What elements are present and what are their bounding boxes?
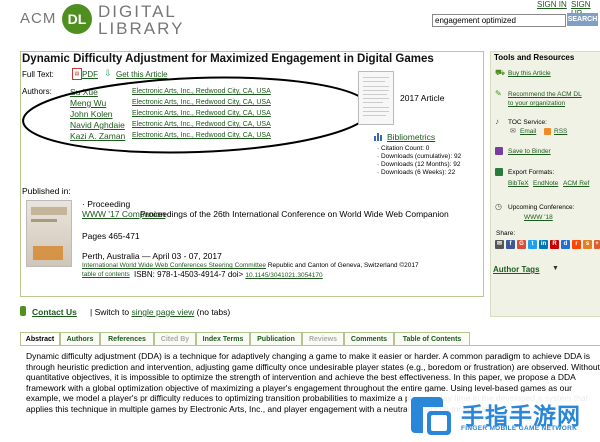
article-year-label: 2017 Article: [400, 93, 445, 103]
share-stumbleupon-icon[interactable]: s: [583, 240, 592, 249]
recommend-icon[interactable]: ✎: [495, 90, 503, 98]
tab-authors[interactable]: Authors: [60, 332, 100, 346]
watermark-subtext: FINGER MOBILE GAME NETWORK: [461, 425, 578, 432]
tab-cited-by: Cited By: [154, 332, 196, 346]
logo-acm-text: ACM: [20, 10, 57, 27]
upcoming-conference-link[interactable]: WWW '18: [524, 214, 553, 221]
search-input[interactable]: [432, 14, 566, 27]
toc-service-label: TOC Service:: [508, 119, 547, 126]
tab-abstract[interactable]: Abstract: [20, 332, 60, 346]
cart-icon[interactable]: ⛟: [495, 69, 505, 77]
isbn-text: ISBN: 978-1-4503-4914-7 doi>: [134, 270, 244, 279]
proceedings-cover-image[interactable]: [26, 200, 72, 267]
table-of-contents-link[interactable]: table of contents: [82, 271, 130, 278]
published-in-label: Published in:: [22, 186, 71, 196]
share-reddit-icon[interactable]: r: [572, 240, 581, 249]
author-tags-toggle[interactable]: Author Tags: [493, 265, 540, 274]
share-linkedin-icon[interactable]: in: [539, 240, 548, 249]
tools-title: Tools and Resources: [494, 53, 575, 62]
article-thumbnail[interactable]: [358, 71, 394, 125]
page-range: Pages 465-471: [82, 231, 140, 241]
recommend-link-line2[interactable]: to your organization: [508, 100, 565, 107]
committee-link[interactable]: International World Wide Web Conferences…: [82, 262, 266, 269]
export-formats-label: Export Formats:: [508, 169, 555, 176]
share-researchgate-icon[interactable]: R: [550, 240, 559, 249]
save-to-binder-link[interactable]: Save to Binder: [508, 148, 551, 155]
email-link[interactable]: Email: [520, 128, 536, 135]
bibliometrics-link[interactable]: Bibliometrics: [387, 132, 435, 142]
watermark-logo-icon: [411, 397, 451, 435]
share-facebook-icon[interactable]: f: [506, 240, 515, 249]
logo-library-text: LIBRARY: [98, 19, 185, 38]
acm-dl-logo[interactable]: ACM DL DIGITAL LIBRARY: [20, 2, 190, 38]
rss-icon[interactable]: [544, 128, 551, 135]
search-button[interactable]: SEARCH: [567, 13, 598, 26]
recommend-link[interactable]: Recommend the ACM DL: [508, 91, 582, 98]
tab-reviews: Reviews: [302, 332, 344, 346]
switch-prefix: | Switch to: [90, 307, 130, 317]
bell-icon: ♪: [495, 117, 499, 126]
tab-publication[interactable]: Publication: [250, 332, 302, 346]
contact-icon: [20, 306, 26, 316]
tab-comments[interactable]: Comments: [344, 332, 394, 346]
logo-dl-badge: DL: [62, 4, 92, 34]
isbn-doi-line: ISBN: 978-1-4503-4914-7 doi> 10.1145/304…: [134, 270, 323, 279]
switch-suffix: (no tabs): [196, 307, 231, 317]
rss-link[interactable]: RSS: [554, 128, 567, 135]
export-bibtex-link[interactable]: BibTeX: [508, 180, 529, 187]
annotation-oval: [22, 76, 372, 154]
share-email-icon[interactable]: ✉: [495, 240, 504, 249]
tab-table-of-contents[interactable]: Table of Contents: [394, 332, 470, 346]
single-page-view-link[interactable]: single page view: [131, 307, 194, 317]
metric-item: · Downloads (12 Months): 92: [377, 161, 461, 168]
share-more-icon[interactable]: +: [594, 240, 600, 249]
calendar-icon: ◷: [495, 202, 502, 211]
view-switch: | Switch to single page view (no tabs): [90, 307, 230, 317]
export-acmref-link[interactable]: ACM Ref: [563, 180, 589, 187]
binder-icon[interactable]: [495, 147, 503, 155]
publisher-line: International World Wide Web Conferences…: [82, 262, 419, 269]
email-icon[interactable]: ✉: [510, 128, 518, 136]
proceedings-description: Proceedings of the 26th International Co…: [140, 209, 449, 219]
export-endnote-link[interactable]: EndNote: [533, 180, 558, 187]
conference-location: Perth, Australia — April 03 - 07, 2017: [82, 251, 222, 261]
buy-article-link[interactable]: Buy this Article: [508, 70, 551, 77]
bar-chart-icon: [374, 133, 382, 141]
sign-in-link[interactable]: SIGN IN: [537, 0, 567, 9]
publisher-location: Republic and Canton of Geneva, Switzerla…: [267, 262, 419, 269]
tab-index-terms[interactable]: Index Terms: [196, 332, 250, 346]
metric-item: · Citation Count: 0: [377, 145, 430, 152]
share-twitter-icon[interactable]: t: [528, 240, 537, 249]
article-title: Dynamic Difficulty Adjustment for Maximi…: [22, 53, 434, 65]
chevron-down-icon[interactable]: ▼: [552, 265, 559, 272]
upcoming-conference-label: Upcoming Conference:: [508, 204, 575, 211]
tab-references[interactable]: References: [100, 332, 154, 346]
doi-link[interactable]: 10.1145/3041021.3054170: [245, 272, 322, 279]
share-label: Share:: [496, 230, 516, 237]
contact-us-link[interactable]: Contact Us: [32, 307, 77, 317]
metric-item: · Downloads (cumulative): 92: [377, 153, 462, 160]
share-delicious-icon[interactable]: d: [561, 240, 570, 249]
metrics-list: · Citation Count: 0 · Downloads (cumulat…: [377, 145, 461, 177]
share-google-icon[interactable]: G: [517, 240, 526, 249]
metric-item: · Downloads (6 Weeks): 22: [377, 169, 456, 176]
publication-type: · Proceeding: [82, 199, 131, 209]
export-icon: [495, 168, 503, 176]
